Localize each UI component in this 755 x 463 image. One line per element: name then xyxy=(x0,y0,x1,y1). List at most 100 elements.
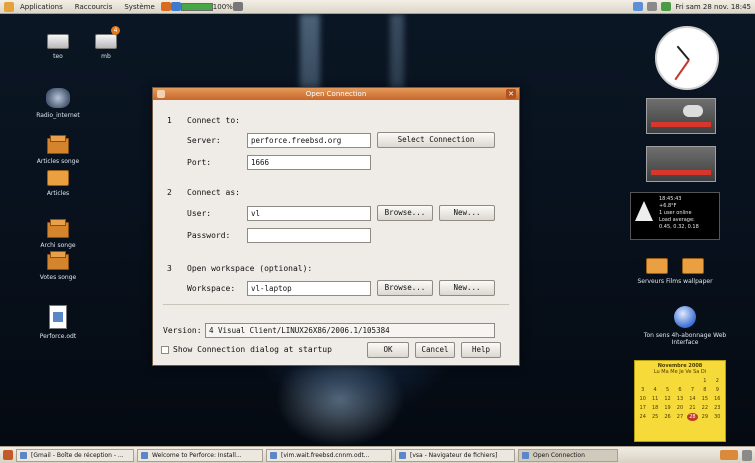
firefox-launcher-icon[interactable] xyxy=(160,2,171,11)
analog-clock xyxy=(655,26,719,90)
help-button[interactable]: Help xyxy=(461,342,501,358)
desktop-icon-folders-right[interactable]: Serveurs Films wallpaper xyxy=(630,258,720,285)
new-user-button[interactable]: New... xyxy=(439,205,495,221)
help-launcher-icon[interactable] xyxy=(170,2,181,11)
weather-widget[interactable] xyxy=(646,98,716,134)
calendar-day: 27 xyxy=(676,414,684,420)
desktop-icon-articles-songe[interactable]: Articles songe xyxy=(28,135,88,165)
top-panel: Applications Raccourcis Système 100% Fri… xyxy=(0,0,755,14)
desktop-icon-radio[interactable]: Radio_internet xyxy=(28,88,88,119)
desktop-icon-perforce-doc[interactable]: Perforce.odt xyxy=(28,305,88,340)
battery-percent: 100% xyxy=(212,2,233,11)
port-input[interactable]: 1666 xyxy=(247,155,371,170)
section-title-connect-to: Connect to: xyxy=(187,116,240,125)
server-input[interactable]: perforce.freebsd.org xyxy=(247,133,371,148)
folder-icon xyxy=(47,170,69,186)
weather-bar xyxy=(651,170,711,175)
desktop-icon-home[interactable]: 4 mb xyxy=(76,26,136,60)
calendar-day: 6 xyxy=(678,387,682,393)
desktop-icon-label: Ton sens 4h-abonnage Web Interface xyxy=(643,332,727,346)
calendar-day: 10 xyxy=(639,396,646,402)
calendar-widget: Novembre 2008 Lu Ma Me Je Ve Sa Di 12345… xyxy=(634,360,726,442)
server-label: Server: xyxy=(187,136,221,145)
section-number: 1 xyxy=(167,116,172,125)
gnome-foot-icon[interactable] xyxy=(4,1,14,12)
workspace-1-icon[interactable] xyxy=(720,450,738,460)
calendar-day: 12 xyxy=(664,396,671,402)
menu-applications[interactable]: Applications xyxy=(14,3,69,11)
calendar-day xyxy=(649,377,660,385)
show-desktop-icon[interactable] xyxy=(3,450,13,460)
calendar-day xyxy=(637,377,648,385)
cloud-icon xyxy=(683,105,703,117)
desktop-icon-label: Serveurs Films wallpaper xyxy=(637,278,713,285)
document-icon xyxy=(49,305,67,329)
calendar-day: 15 xyxy=(701,396,709,402)
taskbar-task-odt[interactable]: [vim.wait.freebsd.cnnm.odt... xyxy=(266,448,392,462)
menu-system[interactable]: Système xyxy=(118,3,160,11)
desktop-icon-votes-songe[interactable]: Votes songe xyxy=(28,251,88,281)
desktop-icon-label: Perforce.odt xyxy=(39,333,77,340)
close-icon[interactable]: ✕ xyxy=(506,89,516,99)
calendar-day: 23 xyxy=(714,405,721,411)
calendar-day xyxy=(662,377,673,385)
show-dialog-checkbox[interactable] xyxy=(161,346,169,354)
taskbar-task-perforce-install[interactable]: Welcome to Perforce: Install... xyxy=(137,448,263,462)
system-monitor-widget: 18:45:43 +6.8°F 1 user online Load avera… xyxy=(630,192,720,240)
new-workspace-button[interactable]: New... xyxy=(439,280,495,296)
trash-icon[interactable] xyxy=(742,449,752,461)
calendar-day: 9 xyxy=(715,387,719,393)
calendar-day: 14 xyxy=(689,396,696,402)
desktop-icon-label: Votes songe xyxy=(39,274,77,281)
battery-meter xyxy=(180,2,213,11)
calendar-day: 11 xyxy=(651,396,659,402)
calendar-day: 5 xyxy=(665,387,670,393)
password-input[interactable] xyxy=(247,228,371,243)
window-menu-icon[interactable] xyxy=(157,90,165,98)
select-connection-button[interactable]: Select Connection xyxy=(377,132,495,148)
calendar-day: 18 xyxy=(651,405,659,411)
box-icon xyxy=(47,251,69,270)
calendar-day: 24 xyxy=(639,414,646,420)
menu-shortcuts[interactable]: Raccourcis xyxy=(69,3,119,11)
cancel-button[interactable]: Cancel xyxy=(415,342,455,358)
desktop-icon-label: mb xyxy=(101,53,111,60)
sysmon-line: 18:45:43 xyxy=(659,196,682,202)
desktop-icon-label: Articles songe xyxy=(36,158,80,165)
network-tray-icon[interactable] xyxy=(633,2,644,11)
desktop-icon-archi-songe[interactable]: Archi songe xyxy=(28,219,88,249)
version-field[interactable]: 4 Visual Client/LINUX26X86/2006.1/105384 xyxy=(205,323,495,338)
sysmon-line: Load average: xyxy=(659,217,695,223)
version-label: Version: xyxy=(163,326,202,335)
calendar-day: 25 xyxy=(651,414,659,420)
desktop-icon-articles[interactable]: Articles xyxy=(28,170,88,197)
calendar-day: 29 xyxy=(701,414,709,420)
browse-user-button[interactable]: Browse... xyxy=(377,205,433,221)
globe-icon xyxy=(674,306,696,328)
browse-workspace-button[interactable]: Browse... xyxy=(377,280,433,296)
calendar-grid: 1 2 3 4 5 6 7 8 9 10 11 12 13 14 15 16 17 18 19 20 21 22 23 24 2… xyxy=(637,377,723,421)
taskbar-task-gmail[interactable]: [Gmail - Boîte de réception - ... xyxy=(16,448,134,462)
desktop-icon-web-interface[interactable]: Ton sens 4h-abonnage Web Interface xyxy=(640,306,730,346)
port-label: Port: xyxy=(187,158,212,167)
user-input[interactable]: vl xyxy=(247,206,371,221)
open-connection-dialog: Open Connection ✕ 1 Connect to: Server: … xyxy=(152,87,520,366)
taskbar-task-open-connection[interactable]: Open Connection xyxy=(518,448,618,462)
weather-widget-2[interactable] xyxy=(646,146,716,182)
calendar-day: 19 xyxy=(664,405,671,411)
workspace-switcher-icon[interactable] xyxy=(232,2,243,11)
workspace-label: Workspace: xyxy=(187,284,236,293)
drive-icon xyxy=(47,34,69,49)
workspace-input[interactable]: vl-laptop xyxy=(247,281,371,296)
panel-clock[interactable]: Fri sam 28 nov. 18:45 xyxy=(675,3,751,11)
taskbar-task-file-browser[interactable]: [vsa - Navigateur de fichiers] xyxy=(395,448,515,462)
section-title-connect-as: Connect as: xyxy=(187,188,240,197)
desktop-icon-label: Radio_internet xyxy=(36,112,80,119)
dialog-titlebar[interactable]: Open Connection ✕ xyxy=(153,88,519,100)
update-tray-icon[interactable] xyxy=(661,2,672,11)
section-number: 3 xyxy=(167,264,172,273)
volume-tray-icon[interactable] xyxy=(647,2,658,11)
calendar-weekdays: Lu Ma Me Je Ve Sa Di xyxy=(653,369,707,375)
calendar-day: 4 xyxy=(653,387,657,393)
ok-button[interactable]: OK xyxy=(367,342,409,358)
